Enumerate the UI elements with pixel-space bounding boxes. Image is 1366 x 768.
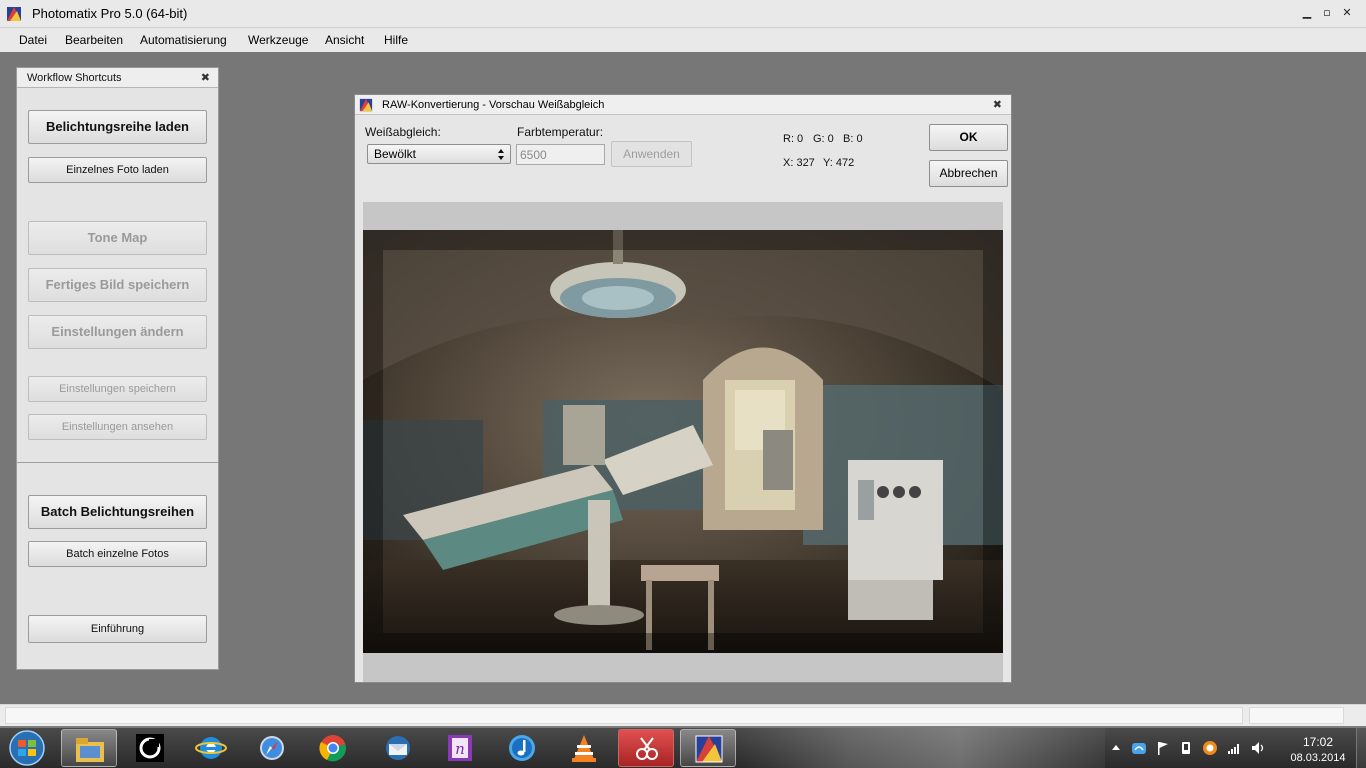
menu-hilfe[interactable]: Hilfe — [384, 33, 408, 47]
taskbar-onenote[interactable]: n — [432, 729, 488, 767]
workflow-panel-header: Workflow Shortcuts ✖ — [17, 68, 218, 88]
menu-werkzeuge[interactable]: Werkzeuge — [248, 33, 308, 47]
save-settings-button[interactable]: Einstellungen speichern — [28, 376, 207, 402]
vlc-icon — [572, 735, 596, 762]
safari-icon — [260, 736, 284, 760]
clock-time[interactable]: 17:02 — [1296, 735, 1340, 749]
close-button[interactable]: ✕ — [1340, 6, 1354, 20]
status-cell-main — [5, 707, 1243, 724]
cancel-button[interactable]: Abbrechen — [929, 160, 1008, 187]
volume-icon[interactable] — [1250, 740, 1266, 756]
select-arrows-icon — [498, 149, 504, 160]
thunderbird-icon — [386, 736, 410, 760]
show-desktop-button[interactable] — [1356, 728, 1366, 768]
taskbar-wallpaper — [740, 728, 1105, 768]
taskbar-cinema4d[interactable] — [122, 729, 178, 767]
menu-automatisierung[interactable]: Automatisierung — [140, 33, 227, 47]
menu-ansicht[interactable]: Ansicht — [325, 33, 364, 47]
cloud-sync-icon[interactable] — [1131, 740, 1147, 756]
blue-readout: B: 0 — [843, 133, 863, 145]
apply-button[interactable]: Anwenden — [611, 141, 692, 167]
tone-map-button[interactable]: Tone Map — [28, 221, 207, 255]
app-titlebar: Photomatix Pro 5.0 (64-bit) ▁ ▫ ✕ — [0, 0, 1366, 28]
white-balance-label: Weißabgleich: — [365, 125, 441, 139]
raw-conversion-dialog: RAW-Konvertierung - Vorschau Weißabgleic… — [354, 94, 1012, 683]
taskbar-chrome[interactable] — [305, 729, 361, 767]
batch-bracketed-button[interactable]: Batch Belichtungsreihen — [28, 495, 207, 529]
workflow-divider — [17, 462, 218, 463]
taskbar-photomatix[interactable] — [680, 729, 736, 767]
status-cell-secondary — [1249, 707, 1344, 724]
introduction-button[interactable]: Einführung — [28, 615, 207, 643]
dialog-title: RAW-Konvertierung - Vorschau Weißabgleic… — [382, 99, 605, 111]
preview-image[interactable] — [363, 230, 1003, 653]
status-bar — [0, 704, 1366, 726]
color-temperature-input[interactable] — [516, 144, 605, 165]
batch-single-photos-button[interactable]: Batch einzelne Fotos — [28, 541, 207, 567]
change-settings-button[interactable]: Einstellungen ändern — [28, 315, 207, 349]
red-readout: R: 0 — [783, 133, 804, 145]
preview-area — [363, 202, 1003, 682]
show-hidden-icons-icon[interactable] — [1108, 740, 1124, 756]
workflow-panel-title: Workflow Shortcuts — [27, 72, 122, 84]
x-coordinate-readout: X: 327 — [783, 157, 815, 169]
folder-icon — [76, 738, 104, 762]
start-button[interactable] — [4, 729, 50, 767]
photomatix-app-icon — [7, 7, 21, 21]
white-balance-value: Bewölkt — [374, 147, 417, 161]
white-balance-select[interactable]: Bewölkt — [367, 144, 511, 164]
view-settings-button[interactable]: Einstellungen ansehen — [28, 414, 207, 440]
workflow-shortcuts-panel: Workflow Shortcuts ✖ Belichtungsreihe la… — [16, 67, 219, 670]
minimize-button[interactable]: ▁ — [1300, 6, 1314, 20]
snipping-tool-icon — [636, 737, 658, 760]
photomatix-dialog-icon — [359, 98, 373, 112]
action-center-flag-icon[interactable] — [1155, 740, 1171, 756]
resize-grip-icon[interactable] — [1348, 707, 1362, 724]
device-icon[interactable] — [1178, 740, 1194, 756]
onenote-icon: n — [448, 735, 472, 761]
taskbar-explorer[interactable] — [61, 729, 117, 767]
taskbar-safari[interactable] — [244, 729, 300, 767]
internet-explorer-icon — [195, 737, 227, 759]
chrome-icon — [319, 735, 346, 762]
taskbar-itunes[interactable] — [494, 729, 550, 767]
dialog-titlebar: RAW-Konvertierung - Vorschau Weißabgleic… — [355, 95, 1011, 115]
menu-bearbeiten[interactable]: Bearbeiten — [65, 33, 123, 47]
taskbar-snipping-tool[interactable] — [618, 729, 674, 767]
cinema4d-icon — [136, 734, 164, 762]
maximize-button[interactable]: ▫ — [1320, 6, 1334, 20]
y-coordinate-readout: Y: 472 — [823, 157, 855, 169]
itunes-icon — [509, 735, 535, 761]
dialog-close-icon[interactable]: ✖ — [993, 98, 1002, 111]
clock-date[interactable]: 08.03.2014 — [1283, 752, 1353, 764]
photomatix-icon — [695, 735, 723, 763]
avast-icon[interactable] — [1202, 740, 1218, 756]
workflow-panel-close-icon[interactable]: ✖ — [201, 71, 210, 84]
load-single-photo-button[interactable]: Einzelnes Foto laden — [28, 157, 207, 183]
color-temperature-label: Farbtemperatur: — [517, 125, 604, 139]
green-readout: G: 0 — [813, 133, 834, 145]
taskbar: n — [0, 728, 1366, 768]
svg-text:n: n — [455, 740, 465, 758]
taskbar-vlc[interactable] — [556, 729, 612, 767]
menu-bar: Datei Bearbeiten Automatisierung Werkzeu… — [0, 28, 1366, 52]
load-bracketed-photos-button[interactable]: Belichtungsreihe laden — [28, 110, 207, 144]
taskbar-internet-explorer[interactable] — [183, 729, 239, 767]
network-signal-icon[interactable] — [1226, 740, 1242, 756]
taskbar-thunderbird[interactable] — [370, 729, 426, 767]
menu-datei[interactable]: Datei — [19, 33, 47, 47]
save-final-image-button[interactable]: Fertiges Bild speichern — [28, 268, 207, 302]
window-title: Photomatix Pro 5.0 (64-bit) — [32, 6, 188, 21]
ok-button[interactable]: OK — [929, 124, 1008, 151]
